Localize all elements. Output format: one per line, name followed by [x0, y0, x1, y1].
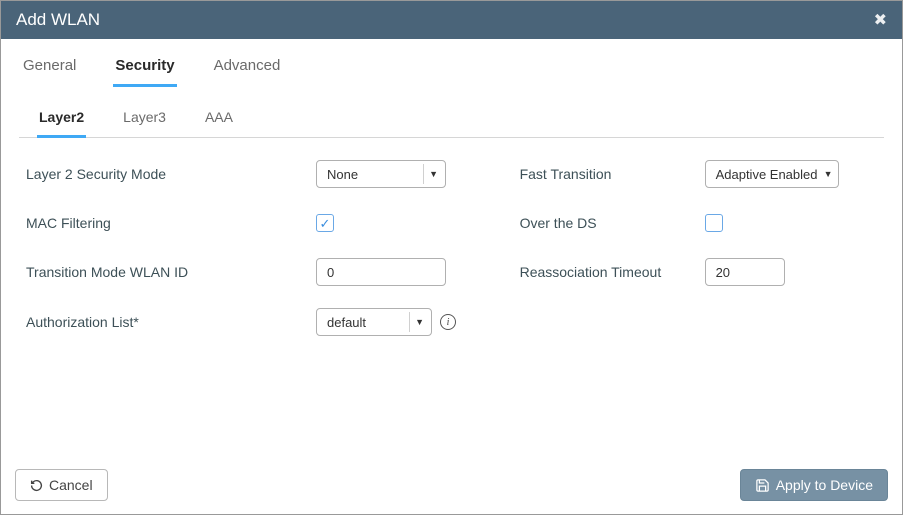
checkbox-over-the-ds[interactable] — [705, 214, 723, 232]
select-l2-security-mode[interactable]: None ▼ — [316, 160, 446, 188]
tab-layer3[interactable]: Layer3 — [121, 105, 168, 138]
label-authorization-list: Authorization List* — [26, 314, 316, 330]
check-icon: ✓ — [320, 217, 331, 230]
modal-header: Add WLAN ✖ — [1, 1, 902, 39]
input-transition-mode-wlan-id[interactable] — [316, 258, 446, 286]
add-wlan-modal: Add WLAN ✖ General Security Advanced Lay… — [0, 0, 903, 515]
tab-security[interactable]: Security — [113, 51, 176, 87]
tabs-primary: General Security Advanced — [1, 39, 902, 87]
tab-aaa[interactable]: AAA — [203, 105, 235, 138]
select-authorization-list[interactable]: default ▼ — [316, 308, 432, 336]
input-reassociation-timeout[interactable] — [705, 258, 785, 286]
label-reassociation-timeout: Reassociation Timeout — [520, 264, 705, 280]
apply-button[interactable]: Apply to Device — [740, 469, 888, 501]
tab-general[interactable]: General — [21, 51, 78, 87]
tab-layer2[interactable]: Layer2 — [37, 105, 86, 138]
label-mac-filtering: MAC Filtering — [26, 215, 316, 231]
select-fast-transition[interactable]: Adaptive Enabled ▼ — [705, 160, 839, 188]
close-icon[interactable]: ✖ — [874, 10, 887, 30]
save-icon — [755, 478, 770, 493]
checkbox-mac-filtering[interactable]: ✓ — [316, 214, 334, 232]
apply-button-label: Apply to Device — [776, 477, 873, 493]
info-icon[interactable]: i — [440, 314, 456, 330]
label-l2-security-mode: Layer 2 Security Mode — [26, 166, 316, 182]
cancel-button[interactable]: Cancel — [15, 469, 108, 501]
cancel-button-label: Cancel — [49, 477, 93, 493]
label-fast-transition: Fast Transition — [520, 166, 705, 182]
modal-title: Add WLAN — [16, 10, 100, 30]
modal-footer: Cancel Apply to Device — [1, 458, 902, 514]
label-over-the-ds: Over the DS — [520, 215, 705, 231]
label-transition-mode-wlan-id: Transition Mode WLAN ID — [26, 264, 316, 280]
tab-advanced[interactable]: Advanced — [212, 51, 283, 87]
undo-icon — [30, 479, 43, 492]
tabs-secondary: Layer2 Layer3 AAA — [19, 105, 884, 138]
